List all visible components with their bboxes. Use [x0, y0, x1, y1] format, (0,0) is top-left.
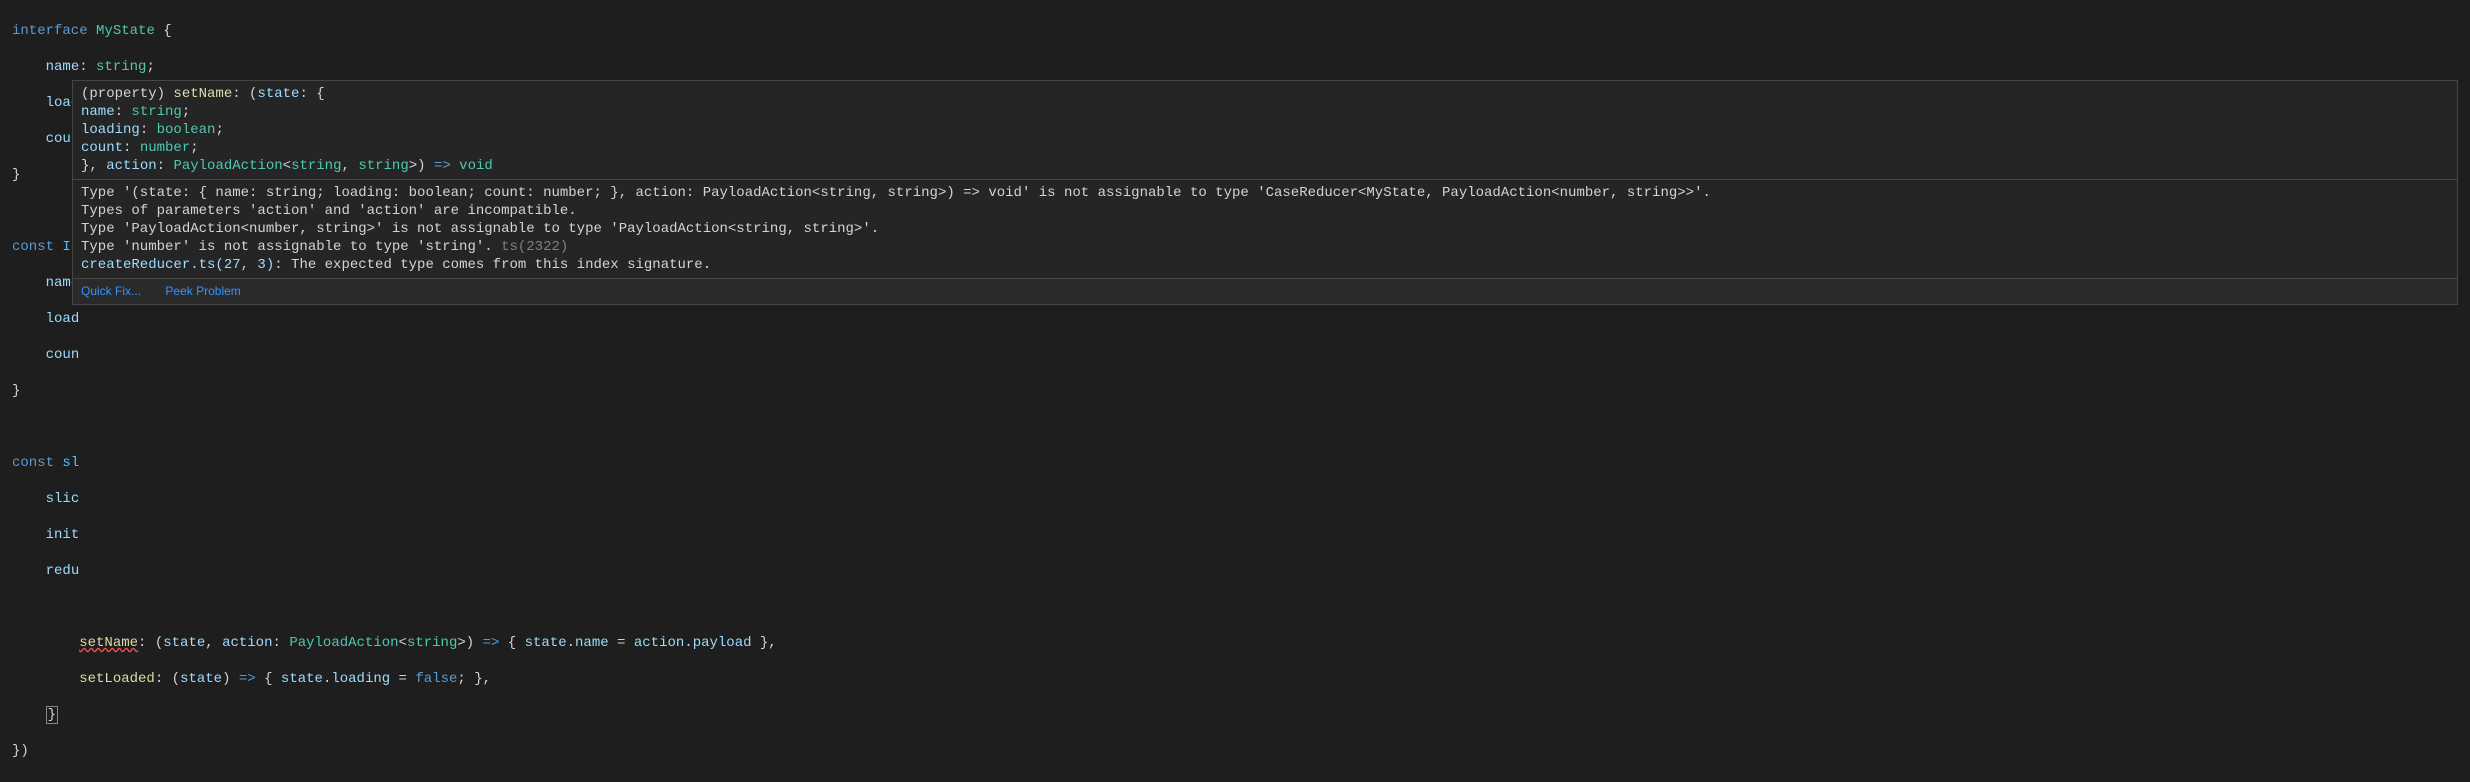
code-line[interactable]: interface MyState { [12, 22, 2458, 40]
property-name: name [46, 59, 80, 75]
hover-tooltip: (property) setName: (state: { name: stri… [72, 80, 2458, 305]
partial-text: init [46, 527, 80, 543]
code-line[interactable]: const sl [12, 454, 2458, 472]
brace: { [155, 23, 172, 39]
brace: } [12, 167, 20, 183]
type-annotation: string [96, 59, 146, 75]
code-line[interactable]: coun [12, 346, 2458, 364]
code-line[interactable]: setName: (state, action: PayloadAction<s… [12, 634, 2458, 652]
keyword-interface: interface [12, 23, 88, 39]
code-line[interactable]: setLoaded: (state) => { state.loading = … [12, 670, 2458, 688]
code-line[interactable]: slic [12, 490, 2458, 508]
function-name-error: setName [79, 635, 138, 651]
error-code: ts(2322) [501, 239, 568, 255]
hover-actions-bar: Quick Fix... Peek Problem [73, 278, 2457, 304]
partial-text: load [46, 311, 80, 327]
hover-error-message: Type '(state: { name: string; loading: b… [73, 179, 2457, 278]
code-line[interactable]: redu [12, 562, 2458, 580]
function-name: setLoaded [79, 671, 155, 687]
quick-fix-link[interactable]: Quick Fix... [81, 284, 141, 298]
hover-signature: (property) setName: (state: { name: stri… [73, 81, 2457, 179]
error-line: Type '(state: { name: string; loading: b… [81, 184, 2449, 202]
error-source: createReducer.ts(27, 3): The expected ty… [81, 256, 2449, 274]
code-line[interactable] [12, 418, 2458, 436]
code-line[interactable]: name: string; [12, 58, 2458, 76]
partial-text: redu [46, 563, 80, 579]
code-line[interactable] [12, 598, 2458, 616]
brace-highlighted: } [46, 706, 58, 724]
keyword-const: const [12, 239, 54, 255]
const-name: sl [62, 455, 79, 471]
error-line: Type 'PayloadAction<number, string>' is … [81, 220, 2449, 238]
error-line: Type 'number' is not assignable to type … [81, 238, 2449, 256]
code-line[interactable]: }) [12, 742, 2458, 760]
brace: }) [12, 743, 29, 759]
code-line[interactable]: init [12, 526, 2458, 544]
code-line[interactable]: } [12, 706, 2458, 724]
type-name: MyState [96, 23, 155, 39]
brace: } [12, 383, 20, 399]
code-line[interactable]: } [12, 382, 2458, 400]
partial-text: slic [46, 491, 80, 507]
peek-problem-link[interactable]: Peek Problem [165, 284, 240, 298]
keyword-const: const [12, 455, 54, 471]
code-line[interactable]: load [12, 310, 2458, 328]
error-line: Types of parameters 'action' and 'action… [81, 202, 2449, 220]
partial-text: coun [46, 347, 80, 363]
source-file-link[interactable]: createReducer.ts(27, 3) [81, 257, 274, 273]
